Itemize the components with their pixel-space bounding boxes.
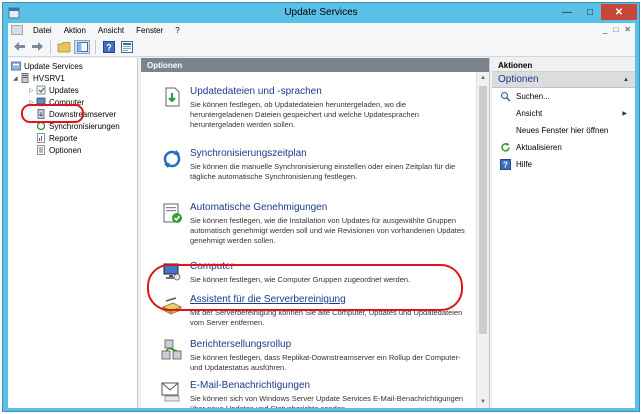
refresh-icon: [501, 142, 510, 152]
help-icon[interactable]: ?: [101, 40, 117, 54]
scroll-thumb[interactable]: [479, 86, 487, 334]
update-services-icon: [11, 61, 21, 71]
option-title[interactable]: Berichtersellungsrollup: [190, 339, 291, 350]
toolbar-separator: [50, 39, 51, 54]
option-description: Sie können sich von Windows Server Updat…: [190, 394, 464, 408]
maximize-button[interactable]: □: [579, 4, 601, 20]
action-hilfe[interactable]: ? Hilfe: [492, 156, 635, 173]
action-suchen[interactable]: Suchen...: [492, 88, 635, 105]
tree-item-update-services[interactable]: Update Services: [11, 60, 83, 72]
close-button[interactable]: ✕: [601, 4, 637, 20]
menu-fenster[interactable]: Fenster: [130, 26, 169, 35]
options-pane: Optionen Updatedateien und -sprachen Sie…: [141, 58, 490, 408]
menu-help[interactable]: ?: [169, 26, 185, 35]
tree-item-optionen[interactable]: Optionen: [36, 144, 81, 156]
option-description: Mit der Serverbereinigung können Sie alt…: [190, 308, 463, 327]
tree-item-label: Reporte: [49, 133, 78, 143]
option-description: Sie können festlegen, dass Replikat-Down…: [190, 353, 461, 372]
action-label: Ansicht: [516, 109, 543, 118]
minimize-button[interactable]: —: [555, 4, 579, 20]
toolbar-separator: [95, 39, 96, 54]
collapse-up-icon[interactable]: ▲: [623, 77, 629, 83]
option-title[interactable]: Updatedateien und -sprachen: [190, 86, 322, 97]
folder-up-icon[interactable]: [56, 40, 72, 54]
option-title[interactable]: Synchronisierungszeitplan: [190, 148, 307, 159]
download-files-icon: [165, 87, 180, 107]
action-ansicht[interactable]: Ansicht ▶: [492, 105, 635, 122]
actions-header: Aktionen: [492, 58, 635, 72]
forward-arrow-icon[interactable]: [29, 40, 45, 54]
window-title: Update Services: [284, 7, 358, 18]
tree-item-label: HVSRV1: [33, 73, 65, 83]
highlight-annotation-tree: [21, 104, 84, 123]
highlight-annotation-option: [147, 264, 463, 311]
tree-item-reporte[interactable]: Reporte: [36, 132, 77, 144]
options-icon: [37, 145, 45, 155]
tree-item-updates[interactable]: ▷ Updates: [29, 84, 79, 96]
menu-bar: Datei Aktion Ansicht Fenster ? _ □ ✕: [8, 23, 635, 37]
toolbar: ?: [8, 37, 635, 57]
menu-datei[interactable]: Datei: [27, 26, 58, 35]
scroll-up-icon[interactable]: ▲: [477, 72, 489, 84]
client-area: Datei Aktion Ansicht Fenster ? _ □ ✕ ? U…: [8, 23, 635, 408]
svg-text:?: ?: [503, 161, 508, 170]
actions-pane: Aktionen Optionen ▲ Suchen... Ansicht ▶ …: [492, 58, 635, 408]
server-icon: [21, 73, 29, 83]
collapse-arrow-icon[interactable]: ◢: [13, 75, 20, 82]
expand-arrow-icon[interactable]: ▷: [29, 87, 36, 94]
console-menu-icon[interactable]: [11, 25, 23, 35]
option-description: Sie können festlegen, wie die Installati…: [190, 216, 465, 245]
back-arrow-icon[interactable]: [11, 40, 27, 54]
child-close-button[interactable]: ✕: [624, 25, 631, 34]
option-description: Sie können die manuelle Synchronisierung…: [190, 162, 456, 181]
reporting-rollup-icon: [161, 339, 182, 360]
auto-approval-icon: [163, 203, 182, 223]
tree-item-server[interactable]: ◢ HVSRV1: [13, 72, 65, 84]
search-icon: [501, 92, 511, 102]
svg-text:?: ?: [106, 42, 112, 52]
properties-icon[interactable]: [119, 40, 135, 54]
menu-aktion[interactable]: Aktion: [58, 26, 92, 35]
pane-header: Optionen: [141, 58, 489, 72]
actions-section-optionen[interactable]: Optionen ▲: [492, 72, 635, 88]
console-tree-icon[interactable]: [74, 39, 90, 54]
child-restore-button[interactable]: □: [613, 25, 618, 34]
tree-item-label: Updates: [49, 85, 79, 95]
help-icon: ?: [500, 159, 511, 170]
child-minimize-button[interactable]: _: [603, 25, 607, 34]
action-label: Aktualisieren: [516, 143, 562, 152]
option-description: Sie können festlegen, ob Updatedateien h…: [190, 100, 419, 129]
tree-item-label: Optionen: [49, 145, 82, 155]
option-title[interactable]: E-Mail-Benachrichtigungen: [190, 380, 310, 391]
menu-ansicht[interactable]: Ansicht: [92, 26, 130, 35]
submenu-arrow-icon: ▶: [622, 111, 627, 117]
email-icon: [161, 382, 180, 402]
tree-item-label: Update Services: [24, 61, 83, 71]
child-window-controls: _ □ ✕: [603, 25, 631, 34]
vertical-scrollbar[interactable]: ▲ ▼: [476, 72, 489, 408]
options-list: Updatedateien und -sprachen Sie können f…: [141, 72, 477, 408]
action-label: Hilfe: [516, 160, 533, 169]
option-title[interactable]: Automatische Genehmigungen: [190, 202, 327, 213]
actions-section-label: Optionen: [498, 74, 539, 85]
title-bar[interactable]: Update Services — □ ✕: [3, 3, 639, 23]
updates-icon: [36, 85, 46, 95]
scroll-down-icon[interactable]: ▼: [477, 396, 489, 408]
action-neues-fenster[interactable]: Neues Fenster hier öffnen: [492, 122, 635, 139]
sync-schedule-icon: [163, 150, 181, 168]
app-window: Update Services — □ ✕ Datei Aktion Ansic…: [2, 2, 640, 412]
reports-icon: [37, 133, 45, 143]
action-label: Neues Fenster hier öffnen: [516, 126, 609, 135]
action-label: Suchen...: [516, 92, 550, 101]
action-aktualisieren[interactable]: Aktualisieren: [492, 139, 635, 156]
